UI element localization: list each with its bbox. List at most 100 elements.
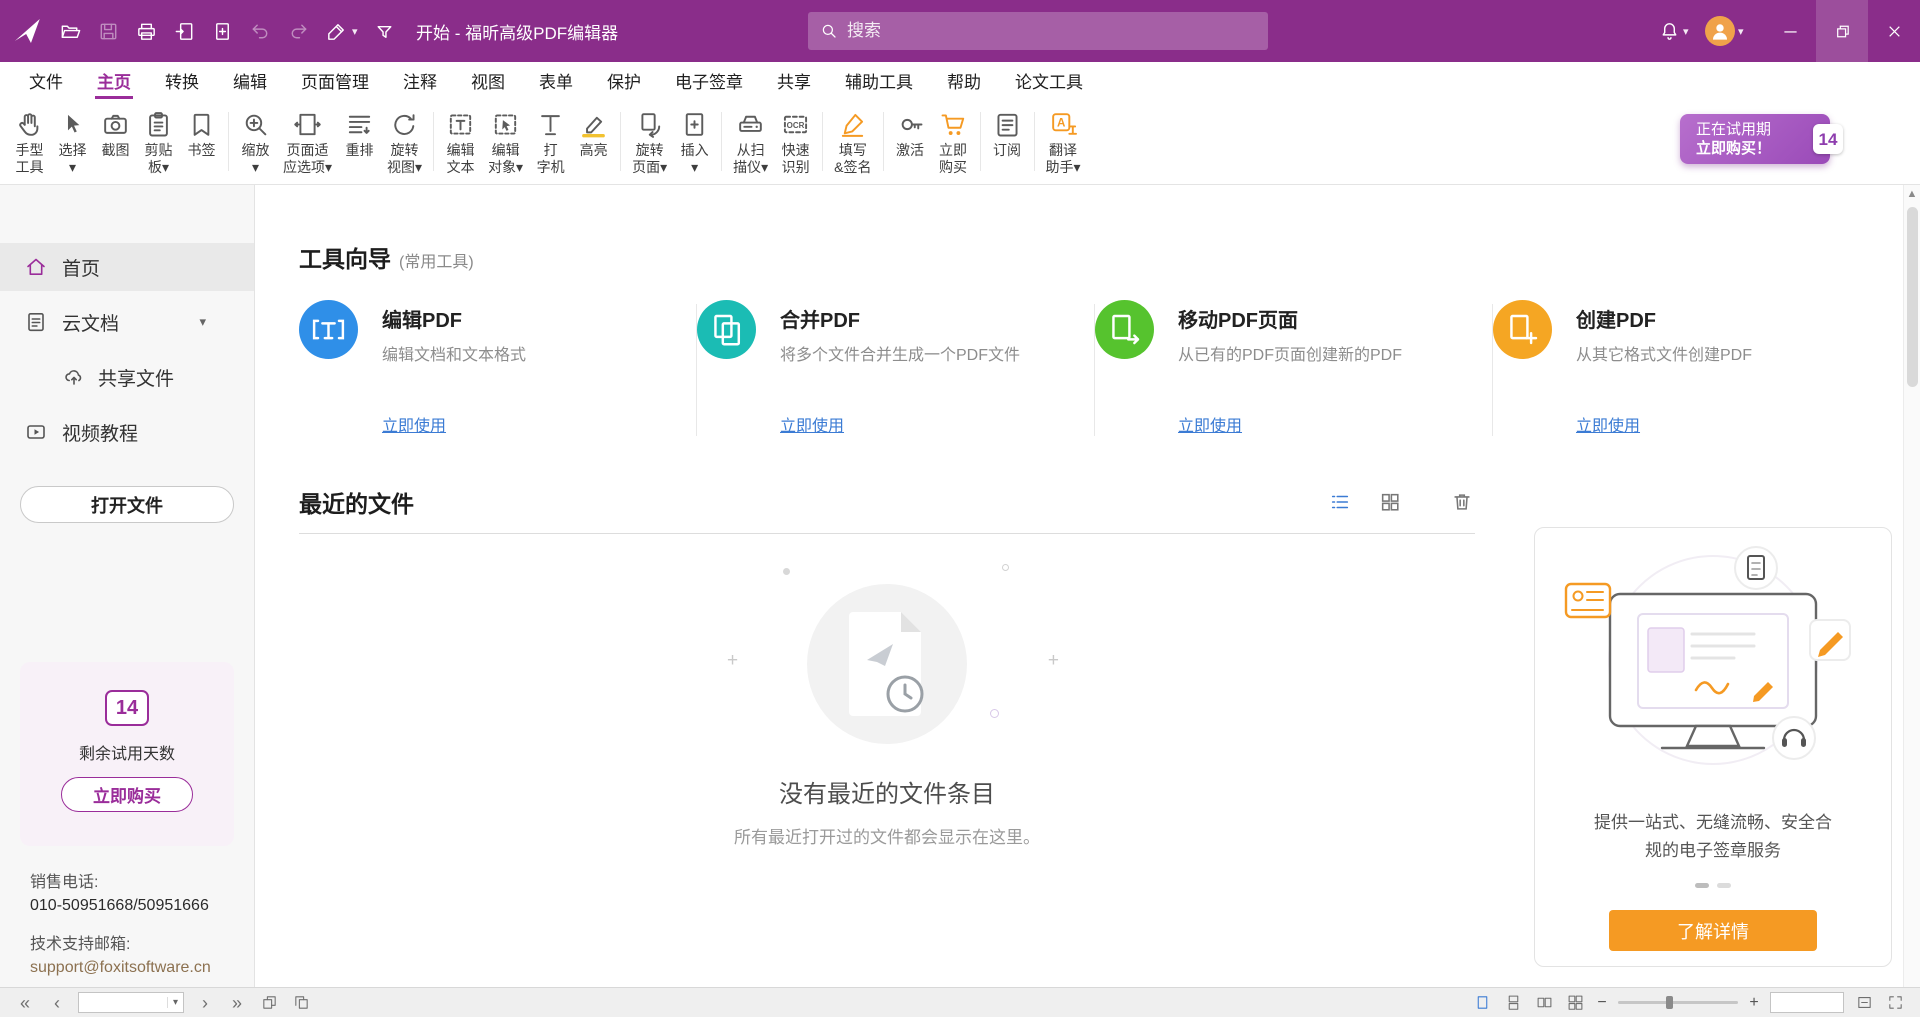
carousel-dot[interactable]	[1695, 883, 1709, 888]
search-input[interactable]	[847, 21, 1256, 41]
zoom-slider-thumb[interactable]	[1666, 996, 1673, 1009]
zoom-level-input[interactable]	[1770, 992, 1844, 1013]
ribbon-tool-clipboard[interactable]: 剪贴板▾	[137, 99, 180, 184]
next-page-button[interactable]: ›	[194, 994, 216, 1012]
menu-tab-esign[interactable]: 电子签章	[658, 62, 760, 99]
ribbon-tool-reflow[interactable]: 重排	[338, 99, 381, 184]
fit-page-button[interactable]	[1853, 992, 1875, 1014]
carousel-dot[interactable]	[1717, 883, 1731, 888]
menu-tab-home[interactable]: 主页	[80, 62, 148, 99]
grid-view-button[interactable]	[1377, 489, 1403, 515]
ribbon-tool-buy-now[interactable]: 立即购买	[932, 99, 975, 184]
zoom-slider[interactable]	[1618, 1001, 1738, 1004]
ribbon-tool-bookmark[interactable]: 书签	[180, 99, 223, 184]
continuous-facing-view-button[interactable]	[1564, 992, 1586, 1014]
previous-view-button[interactable]	[258, 992, 280, 1014]
undo-button[interactable]	[242, 13, 278, 49]
ribbon-tool-highlight[interactable]: 高亮	[572, 99, 615, 184]
ribbon-tool-rotate-view[interactable]: 旋转视图▾	[381, 99, 428, 184]
customize-toolbar-icon[interactable]	[366, 13, 402, 49]
sidebar-item-video-tutorials[interactable]: 视频教程	[0, 408, 254, 456]
menu-tab-protect[interactable]: 保护	[590, 62, 658, 99]
menu-tab-file[interactable]: 文件	[12, 62, 80, 99]
cloud-docs-caret[interactable]: ▾	[199, 314, 206, 330]
last-page-button[interactable]: »	[226, 994, 248, 1012]
page-number-input[interactable]	[79, 993, 167, 1012]
menu-tab-paper-tools[interactable]: 论文工具	[998, 62, 1100, 99]
ribbon-tool-edit-text[interactable]: 编辑文本	[439, 99, 482, 184]
export-pdf-button[interactable]	[166, 13, 202, 49]
sidebar-item-cloud-docs[interactable]: 云文档 ▾	[0, 298, 254, 346]
ribbon-tool-rotate-pages[interactable]: 旋转页面▾	[626, 99, 673, 184]
ribbon-tool-typewriter[interactable]: 打字机	[529, 99, 572, 184]
print-button[interactable]	[128, 13, 164, 49]
global-search-box[interactable]	[808, 12, 1268, 50]
previous-page-button[interactable]: ‹	[46, 994, 68, 1012]
redo-button[interactable]	[280, 13, 316, 49]
single-page-view-button[interactable]	[1471, 992, 1493, 1014]
ribbon-tool-activate[interactable]: 激活	[889, 99, 932, 184]
carousel-dots[interactable]	[1535, 883, 1891, 888]
page-combo-caret[interactable]: ▾	[167, 997, 183, 1008]
continuous-view-button[interactable]	[1502, 992, 1524, 1014]
menu-tab-accessibility[interactable]: 辅助工具	[828, 62, 930, 99]
ribbon-tool-fill-sign[interactable]: 填写&签名	[828, 99, 877, 184]
zoom-in-button[interactable]: +	[1747, 994, 1761, 1012]
open-file-button[interactable]	[52, 13, 88, 49]
support-email-link[interactable]: support@foxitsoftware.cn	[30, 956, 211, 979]
menu-tab-share[interactable]: 共享	[760, 62, 828, 99]
ribbon-tool-from-scanner[interactable]: 从扫描仪▾	[727, 99, 774, 184]
menu-tab-form[interactable]: 表单	[522, 62, 590, 99]
menu-tab-view[interactable]: 视图	[454, 62, 522, 99]
ribbon-tool-subscribe[interactable]: 订阅	[986, 99, 1029, 184]
save-button[interactable]	[90, 13, 126, 49]
create-pdf-button[interactable]	[204, 13, 240, 49]
ribbon-tool-zoom[interactable]: 缩放▾	[234, 99, 277, 184]
menu-tab-page-manage[interactable]: 页面管理	[284, 62, 386, 99]
first-page-button[interactable]: «	[14, 994, 36, 1012]
trial-period-badge[interactable]: 正在试用期 立即购买！ 14	[1680, 114, 1830, 164]
ribbon-tool-fit-options[interactable]: 页面适应选项▾	[277, 99, 338, 184]
sidebar-item-home[interactable]: 首页	[0, 243, 254, 291]
ribbon-tool-edit-object[interactable]: 编辑对象▾	[482, 99, 529, 184]
menu-tab-convert[interactable]: 转换	[148, 62, 216, 99]
restore-button[interactable]	[1816, 0, 1868, 62]
minimize-button[interactable]	[1764, 0, 1816, 62]
learn-more-button[interactable]: 了解详情	[1609, 910, 1817, 951]
esign-dropdown-caret[interactable]: ▾	[352, 25, 364, 38]
list-view-button[interactable]	[1327, 489, 1353, 515]
menu-tab-help[interactable]: 帮助	[930, 62, 998, 99]
main-scrollbar[interactable]: ▲	[1903, 185, 1920, 987]
zoom-out-button[interactable]: −	[1595, 994, 1609, 1012]
open-file-button-sidebar[interactable]: 打开文件	[20, 486, 234, 523]
next-view-button[interactable]	[290, 992, 312, 1014]
scrollbar-up-arrow[interactable]: ▲	[1904, 185, 1920, 200]
ribbon-tool-snapshot[interactable]: 截图	[94, 99, 137, 184]
ribbon-tool-translate[interactable]: A翻译助手▾	[1040, 99, 1087, 184]
ribbon-tool-hand[interactable]: 手型工具	[8, 99, 51, 184]
svg-text:OCR: OCR	[787, 120, 805, 129]
sidebar-item-shared-files[interactable]: 共享文件	[0, 353, 254, 401]
page-number-combo[interactable]: ▾	[78, 992, 184, 1013]
use-now-link[interactable]: 立即使用	[382, 412, 446, 436]
account-caret[interactable]: ▾	[1738, 25, 1750, 38]
facing-view-button[interactable]	[1533, 992, 1555, 1014]
fit-page-icon	[1856, 994, 1873, 1011]
scrollbar-thumb[interactable]	[1907, 207, 1918, 387]
ribbon-tool-insert[interactable]: 插入▾	[673, 99, 716, 184]
menu-tab-edit[interactable]: 编辑	[216, 62, 284, 99]
use-now-link[interactable]: 立即使用	[1576, 412, 1640, 436]
fullscreen-button[interactable]	[1884, 992, 1906, 1014]
use-now-link[interactable]: 立即使用	[1178, 412, 1242, 436]
ribbon-tool-select[interactable]: 选择▾	[51, 99, 94, 184]
esign-quick-button[interactable]	[318, 13, 354, 49]
notifications-bell-icon[interactable]	[1651, 13, 1687, 49]
clear-recent-button[interactable]	[1449, 489, 1475, 515]
menu-tab-comment[interactable]: 注释	[386, 62, 454, 99]
user-avatar[interactable]	[1705, 16, 1735, 46]
close-button[interactable]	[1868, 0, 1920, 62]
ribbon-tool-quick-ocr[interactable]: OCR快速识别	[774, 99, 817, 184]
notifications-caret[interactable]: ▾	[1683, 25, 1695, 38]
use-now-link[interactable]: 立即使用	[780, 412, 844, 436]
buy-now-button[interactable]: 立即购买	[61, 777, 193, 812]
